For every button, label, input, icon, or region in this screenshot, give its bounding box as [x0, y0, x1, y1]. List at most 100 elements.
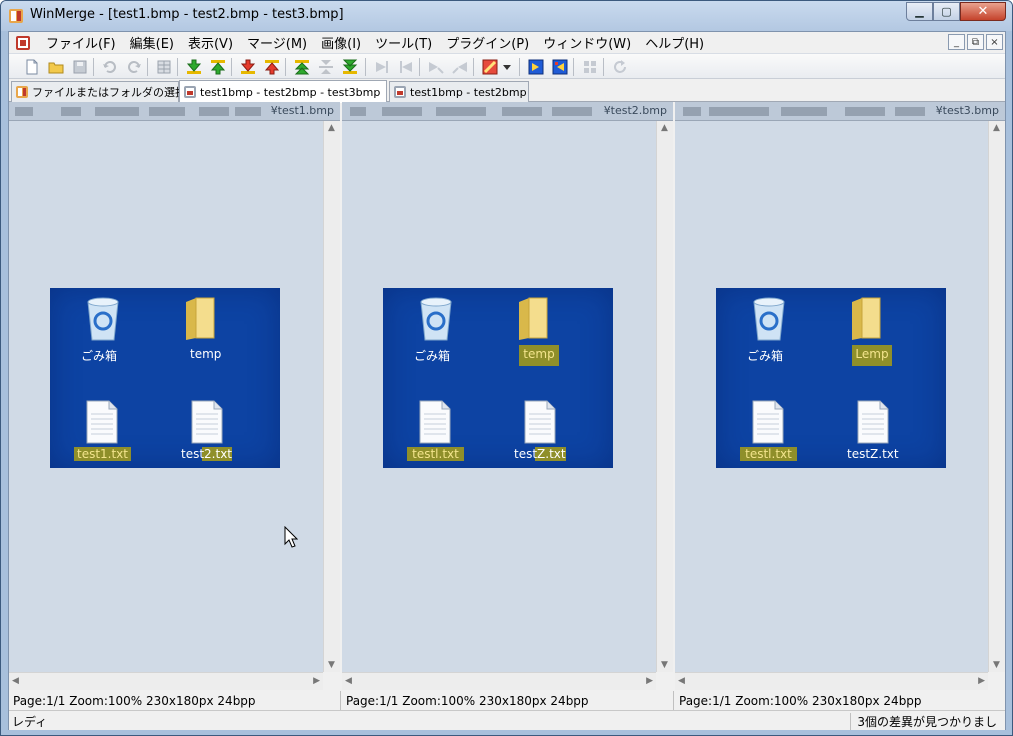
next-conflict-icon[interactable] — [239, 58, 257, 76]
image-view[interactable]: ごみ箱 temp test1.txt test2.txt — [9, 121, 323, 672]
save-icon[interactable] — [71, 58, 89, 76]
last-diff-icon[interactable] — [341, 58, 359, 76]
vertical-scrollbar[interactable]: ▲ ▼ — [323, 121, 340, 672]
menu-image[interactable]: 画像(I) — [314, 33, 368, 52]
menu-view[interactable]: 表示(V) — [181, 33, 240, 52]
vertical-scrollbar[interactable]: ▲ ▼ — [656, 121, 673, 672]
path-header: ¥test1.bmp — [9, 102, 340, 121]
winmerge-app-icon[interactable] — [8, 8, 24, 24]
menu-help[interactable]: ヘルプ(H) — [638, 33, 711, 52]
mdi-minimize-button[interactable]: _ — [948, 34, 965, 50]
menu-edit[interactable]: 編集(E) — [123, 33, 181, 52]
bitmap-image: ごみ箱 temp testl.txt testZ.txt — [383, 288, 613, 468]
new-icon[interactable] — [23, 58, 41, 76]
file1-label: testl.txt — [740, 447, 797, 461]
file2-label: test2.txt — [181, 447, 233, 461]
status-bar: レディ 3個の差異が見つかりまし — [9, 710, 1005, 730]
copy-right-advance-icon[interactable] — [427, 58, 445, 76]
file1-label: test1.txt — [74, 447, 131, 461]
text-file-icon — [857, 400, 889, 444]
close-button[interactable]: ✕ — [960, 2, 1006, 21]
diff-count-status: 3個の差異が見つかりまし — [850, 713, 997, 730]
vertical-scrollbar[interactable]: ▲ ▼ — [988, 121, 1005, 672]
image-pane-right: ¥test3.bmp ごみ箱 Lemp testl.txt testZ.txt … — [673, 102, 1005, 711]
recycle-bin-label: ごみ箱 — [414, 349, 451, 363]
copy-all-left-icon[interactable] — [551, 58, 569, 76]
refresh-icon[interactable] — [611, 58, 629, 76]
tab-label: test1bmp - test2bmp - test3bmp — [200, 85, 381, 99]
file-path: ¥test3.bmp — [935, 104, 999, 117]
copy-left-icon[interactable] — [397, 58, 415, 76]
recycle-bin-icon — [420, 297, 452, 341]
compare-icon[interactable] — [581, 58, 599, 76]
client-area: ファイル(F) 編集(E) 表示(V) マージ(M) 画像(I) ツール(T) … — [8, 31, 1006, 730]
filter-icon[interactable] — [481, 58, 499, 76]
file1-label: testl.txt — [407, 447, 464, 461]
title-bar[interactable]: WinMerge - [test1.bmp - test2.bmp - test… — [1, 1, 1012, 31]
file2-label: testZ.txt — [514, 447, 566, 461]
image-view[interactable]: ごみ箱 temp testl.txt testZ.txt — [342, 121, 656, 672]
horizontal-scrollbar[interactable]: ◀ ▶ — [342, 672, 656, 690]
image-pane-left: ¥test1.bmp ごみ箱 temp test1.txt test2.txt … — [9, 102, 340, 708]
tab-label: test1bmp - test2bmp — [410, 85, 527, 99]
menu-merge[interactable]: マージ(M) — [240, 33, 314, 52]
prev-diff-icon[interactable] — [209, 58, 227, 76]
pane-status: Page:1/1 Zoom:100% 230x180px 24bpp — [346, 694, 589, 708]
mdi-restore-button[interactable]: ⧉ — [967, 34, 984, 50]
bitmap-image: ごみ箱 Lemp testl.txt testZ.txt — [716, 288, 946, 468]
redo-icon[interactable] — [125, 58, 143, 76]
menu-plugins[interactable]: プラグイン(P) — [439, 33, 536, 52]
menu-file[interactable]: ファイル(F) — [39, 33, 123, 52]
recycle-bin-icon — [87, 297, 119, 341]
mouse-pointer-icon — [284, 526, 298, 548]
horizontal-scrollbar[interactable]: ◀ ▶ — [675, 672, 988, 690]
copy-all-right-icon[interactable] — [527, 58, 545, 76]
image-compare-tab-icon — [184, 86, 196, 98]
next-diff-icon[interactable] — [185, 58, 203, 76]
tab-2way-compare[interactable]: test1bmp - test2bmp — [389, 81, 529, 102]
undo-icon[interactable] — [101, 58, 119, 76]
text-file-icon — [86, 400, 118, 444]
folder-icon — [519, 297, 548, 340]
tab-open-selection[interactable]: ファイルまたはフォルダの選択... — [11, 81, 197, 102]
horizontal-scrollbar[interactable]: ◀ ▶ — [9, 672, 323, 690]
tab-3way-compare[interactable]: test1bmp - test2bmp - test3bmp — [179, 80, 387, 103]
file-path: ¥test2.bmp — [603, 104, 667, 117]
document-tab-bar: ファイルまたはフォルダの選択... test1bmp - test2bmp - … — [9, 79, 1005, 103]
maximize-button[interactable]: ▢ — [933, 2, 960, 21]
menu-window[interactable]: ウィンドウ(W) — [536, 33, 638, 52]
document-system-icon[interactable] — [15, 35, 31, 51]
pane-status: Page:1/1 Zoom:100% 230x180px 24bpp — [679, 694, 922, 708]
current-diff-icon[interactable] — [317, 58, 335, 76]
text-file-icon — [524, 400, 556, 444]
toolbar — [9, 53, 1005, 79]
folder-icon — [852, 297, 881, 340]
text-file-icon — [752, 400, 784, 444]
prev-conflict-icon[interactable] — [263, 58, 281, 76]
image-view[interactable]: ごみ箱 Lemp testl.txt testZ.txt — [675, 121, 988, 672]
minimize-button[interactable]: ▁ — [906, 2, 933, 21]
tab-label: ファイルまたはフォルダの選択... — [32, 86, 197, 99]
folder-label: Lemp — [852, 345, 892, 366]
text-file-icon — [191, 400, 223, 444]
menu-tools[interactable]: ツール(T) — [368, 33, 439, 52]
bitmap-image: ごみ箱 temp test1.txt test2.txt — [50, 288, 280, 468]
first-diff-icon[interactable] — [293, 58, 311, 76]
mdi-close-button[interactable]: × — [986, 34, 1003, 50]
image-compare-tab-icon — [394, 86, 406, 98]
image-pane-middle: ¥test2.bmp ごみ箱 temp testl.txt testZ.txt … — [340, 102, 673, 711]
dropdown-icon[interactable] — [501, 58, 513, 76]
status-ready: レディ — [12, 715, 48, 729]
window-title: WinMerge - [test1.bmp - test2.bmp - test… — [30, 7, 344, 22]
options-icon[interactable] — [155, 58, 173, 76]
open-icon[interactable] — [47, 58, 65, 76]
copy-right-icon[interactable] — [373, 58, 391, 76]
menu-bar: ファイル(F) 編集(E) 表示(V) マージ(M) 画像(I) ツール(T) … — [9, 32, 1005, 53]
copy-left-advance-icon[interactable] — [451, 58, 469, 76]
winmerge-tab-icon — [16, 86, 28, 98]
pane-status: Page:1/1 Zoom:100% 230x180px 24bpp — [13, 694, 256, 708]
folder-label: temp — [519, 345, 559, 366]
folder-label: temp — [190, 347, 222, 361]
winmerge-window: WinMerge - [test1.bmp - test2.bmp - test… — [0, 0, 1013, 736]
path-header: ¥test3.bmp — [675, 102, 1005, 121]
